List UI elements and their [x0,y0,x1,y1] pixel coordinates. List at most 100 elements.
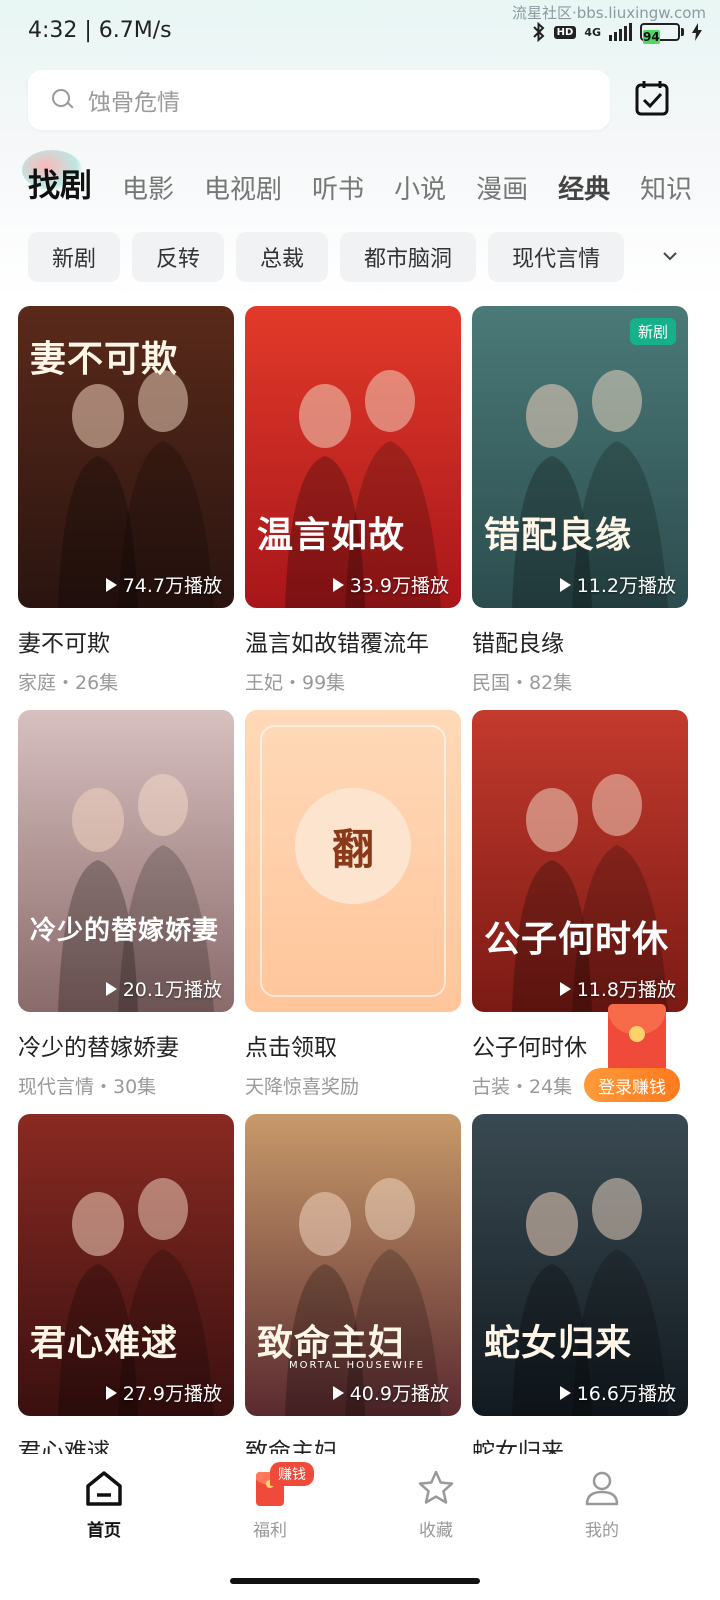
drama-poster[interactable]: 妻不可欺 74.7万播放 [18,306,234,608]
drama-poster[interactable]: 错配良缘 新剧 11.2万播放 [472,306,688,608]
drama-card[interactable]: 君心难逑 27.9万播放 君心难逑 [18,1114,234,1466]
tab-knowledge[interactable]: 知识 [640,169,692,206]
tab-comics[interactable]: 漫画 [476,169,528,206]
new-badge: 新剧 [629,318,676,345]
drama-card[interactable]: 蛇女归来 16.6万播放 蛇女归来 [472,1114,688,1466]
nav-welfare-label: 福利 [253,1521,287,1541]
drama-card[interactable]: 妻不可欺 74.7万播放 妻不可欺 家庭・26集 [18,306,234,695]
category-tabs: 找剧 电影 电视剧 听书 小说 漫画 经典 知识 [28,156,720,206]
chip-urban-fantasy[interactable]: 都市脑洞 [340,232,477,282]
play-count-text: 16.6万播放 [576,1383,676,1405]
play-count-text: 20.1万播放 [122,979,222,1001]
battery-icon: 94 [640,23,684,44]
play-icon [105,1385,117,1400]
poster-artwork [18,710,234,1012]
play-count: 74.7万播放 [105,571,222,598]
drama-poster[interactable]: 蛇女归来 16.6万播放 [472,1114,688,1416]
nav-welfare[interactable]: 赚钱 福利 [210,1462,330,1541]
home-indicator [230,1578,480,1584]
chip-twist[interactable]: 反转 [132,232,225,282]
flip-reward-button[interactable]: 翻 [295,788,411,904]
calendar-check-icon[interactable] [632,78,672,118]
drama-title[interactable]: 点击领取 [245,1028,461,1062]
drama-card[interactable]: 温言如故 33.9万播放温言如故错覆流年王妃・99集 [245,306,461,695]
drama-title[interactable]: 冷少的替嫁娇妻 [18,1028,234,1062]
chevron-down-icon[interactable] [660,246,680,266]
poster-title-art: 蛇女归来 [484,1322,633,1364]
play-count: 40.9万播放 [332,1379,449,1406]
nav-profile[interactable]: 我的 [542,1468,662,1541]
play-icon [105,577,117,592]
search-input[interactable]: 蚀骨危情 [28,70,610,130]
poster-artwork [472,710,688,1012]
play-count-text: 33.9万播放 [349,575,449,597]
tab-movies[interactable]: 电影 [122,169,174,206]
login-earn-float[interactable]: 登录赚钱 [584,1000,698,1110]
genre-chips: 新剧 反转 总裁 都市脑洞 现代言情 [28,232,698,282]
drama-poster[interactable]: 温言如故 33.9万播放 [245,306,461,608]
nav-home[interactable]: 首页 [44,1468,164,1541]
hd-badge: HD [553,25,577,39]
drama-poster[interactable]: 翻 [245,710,461,1012]
poster-title-art: 温言如故 [257,514,406,556]
poster-artwork [18,1114,234,1416]
poster-subtitle-art: MORTAL HOUSEWIFE [289,1360,425,1371]
drama-poster[interactable]: 君心难逑 27.9万播放 [18,1114,234,1416]
network-label: 4G [584,25,601,39]
drama-card[interactable]: 错配良缘 新剧 11.2万播放 错配良缘 民国・82集 [472,306,688,695]
drama-title[interactable]: 错配良缘 [472,624,688,658]
poster-title-art: 妻不可欺 [30,338,179,380]
status-bar: 4:32 | 6.7M/s 流星社区·bbs.liuxingw.com HD 4… [0,0,720,64]
drama-card[interactable]: 翻点击领取 天降惊喜奖励 [245,710,461,1099]
tab-novels[interactable]: 小说 [394,169,446,206]
drama-poster[interactable]: 冷少的替嫁娇妻 20.1万播放 [18,710,234,1012]
drama-card[interactable]: 冷少的替嫁娇妻 20.1万播放 冷少的替嫁娇妻 现代言情・30集 [18,710,234,1099]
status-icons: HD 4G 94 [532,22,702,44]
drama-title[interactable]: 妻不可欺 [18,624,234,658]
drama-poster[interactable]: 公子何时休 11.8万播放 [472,710,688,1012]
poster-title-art: 君心难逑 [30,1322,179,1364]
play-icon [559,1385,571,1400]
poster-artwork [472,306,688,608]
watermark-text: 流星社区·bbs.liuxingw.com [511,4,706,22]
battery-level: 94 [643,30,660,44]
star-icon [418,1470,454,1504]
drama-meta: 王妃・99集 [245,672,346,694]
chip-new-drama[interactable]: 新剧 [28,232,121,282]
earn-badge: 赚钱 [270,1462,314,1486]
play-count-text: 74.7万播放 [122,575,222,597]
chip-ceo[interactable]: 总裁 [236,232,329,282]
tab-tv-series[interactable]: 电视剧 [204,169,282,206]
poster-title-art: 冷少的替嫁娇妻 [30,916,220,946]
poster-artwork [472,1114,688,1416]
play-count-text: 11.8万播放 [576,979,676,1001]
search-placeholder: 蚀骨危情 [88,90,180,116]
play-icon [559,981,571,996]
play-count: 11.2万播放 [559,571,676,598]
play-icon [559,577,571,592]
poster-title-art: 错配良缘 [484,514,633,556]
status-time: 4:32 | 6.7M/s [28,18,172,43]
home-icon [86,1471,122,1506]
search-icon [52,89,74,111]
nav-favorites[interactable]: 收藏 [376,1468,496,1541]
bluetooth-icon [532,22,545,42]
play-count: 33.9万播放 [332,571,449,598]
play-icon [105,981,117,996]
play-count-text: 40.9万播放 [349,1383,449,1405]
drama-card[interactable]: 致命主妇 MORTAL HOUSEWIFE 40.9万播放 致命主妇 [245,1114,461,1466]
drama-meta: 现代言情・30集 [18,1076,157,1098]
tab-find-drama[interactable]: 找剧 [28,160,92,206]
drama-title[interactable]: 温言如故错覆流年 [245,624,461,658]
poster-title-art: 公子何时休 [484,918,670,960]
nav-profile-label: 我的 [585,1521,619,1541]
play-icon [332,1385,344,1400]
tab-audiobooks[interactable]: 听书 [312,169,364,206]
play-count: 20.1万播放 [105,975,222,1002]
nav-home-label: 首页 [87,1521,121,1541]
tab-classics[interactable]: 经典 [558,169,610,206]
chip-modern-romance[interactable]: 现代言情 [488,232,625,282]
drama-poster[interactable]: 致命主妇 MORTAL HOUSEWIFE 40.9万播放 [245,1114,461,1416]
poster-artwork [245,306,461,608]
play-count: 27.9万播放 [105,1379,222,1406]
